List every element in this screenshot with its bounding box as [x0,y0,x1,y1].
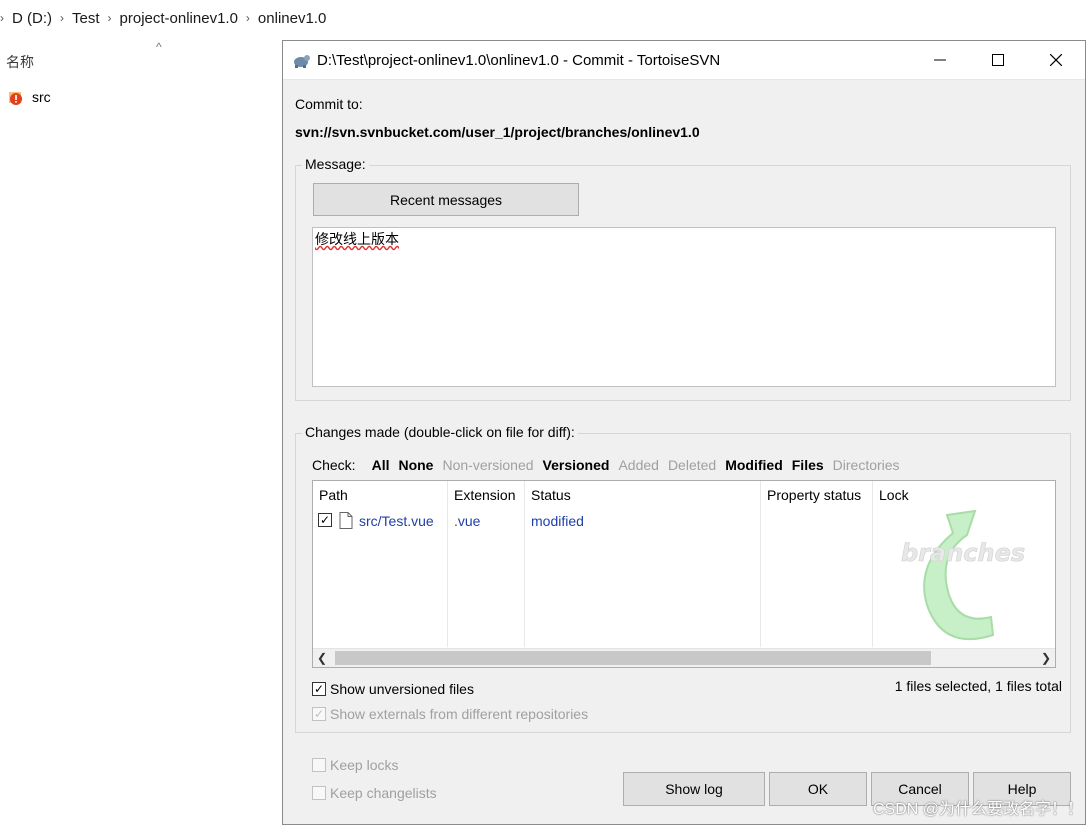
message-group: Message: Recent messages 修改线上版本 [295,156,1071,401]
checkbox-unchecked-icon [312,786,326,800]
show-unversioned-label: Show unversioned files [330,681,474,697]
ok-button[interactable]: OK [769,772,867,806]
check-label: Check: [312,457,356,473]
row-status: modified [531,513,584,529]
keep-changelists-label: Keep changelists [330,785,437,801]
message-textarea[interactable]: 修改线上版本 [312,227,1056,387]
keep-changelists-checkbox: Keep changelists [312,785,437,801]
commit-dialog: D:\Test\project-onlinev1.0\onlinev1.0 - … [282,40,1086,825]
scrollbar-thumb[interactable] [335,651,931,665]
breadcrumb: › D (D:) › Test › project-onlinev1.0 › o… [0,0,1091,36]
scroll-right-icon[interactable]: ❯ [1037,649,1055,667]
show-log-button[interactable]: Show log [623,772,765,806]
horizontal-scrollbar[interactable]: ❮ ❯ [313,648,1055,667]
row-extension: .vue [454,513,481,529]
message-group-title: Message: [302,156,369,172]
keep-locks-checkbox: Keep locks [312,757,398,773]
selection-summary: 1 files selected, 1 files total [894,678,1062,694]
show-unversioned-checkbox[interactable]: ✓ Show unversioned files [312,681,474,697]
show-externals-checkbox: ✓ Show externals from different reposito… [312,706,588,722]
path-column-header[interactable]: Path [319,487,348,503]
changes-list[interactable]: Path Extension Status Property status Lo… [312,480,1056,668]
file-icon [339,512,353,532]
commit-to-url: svn://svn.svnbucket.com/user_1/project/b… [295,124,700,140]
row-checkbox[interactable]: ✓ [318,513,332,527]
checkbox-unchecked-icon [312,758,326,772]
row-path: src/Test.vue [359,513,434,529]
check-filter-row: Check: All None Non-versioned Versioned … [312,457,909,473]
check-none-link[interactable]: None [398,457,433,473]
breadcrumb-onlinev1[interactable]: onlinev1.0 [258,10,326,27]
maximize-button[interactable] [969,41,1027,79]
branches-watermark-text: branches [901,539,1025,567]
recent-messages-button[interactable]: Recent messages [313,183,579,216]
extension-column: Extension [448,481,525,647]
breadcrumb-test[interactable]: Test [72,10,100,27]
extension-column-header[interactable]: Extension [454,487,515,503]
dialog-titlebar[interactable]: D:\Test\project-onlinev1.0\onlinev1.0 - … [283,41,1085,80]
table-row[interactable]: ✓ src/Test.vue .vue modified [313,511,1055,532]
chevron-right-icon: › [245,11,250,25]
dialog-title: D:\Test\project-onlinev1.0\onlinev1.0 - … [317,51,721,69]
csdn-watermark: CSDN @为什么要改名字！！ [872,801,1083,818]
property-status-column-header[interactable]: Property status [767,487,861,503]
file-item-label: src [32,89,51,105]
svn-conflict-folder-icon [8,88,24,106]
message-text: 修改线上版本 [315,231,399,247]
check-files-link[interactable]: Files [792,457,824,473]
close-button[interactable] [1027,41,1085,79]
scroll-left-icon[interactable]: ❮ [313,649,331,667]
changes-group: Changes made (double-click on file for d… [295,424,1071,733]
chevron-right-icon: › [0,11,4,25]
file-item-src[interactable]: src [8,88,51,106]
tortoisesvn-icon [291,50,311,70]
check-nonversioned-link: Non-versioned [442,457,534,473]
check-modified-link[interactable]: Modified [725,457,783,473]
chevron-right-icon: › [107,11,112,25]
check-versioned-link[interactable]: Versioned [543,457,610,473]
sort-ascending-icon: ^ [156,40,162,54]
changes-group-title: Changes made (double-click on file for d… [302,424,578,440]
name-column-header[interactable]: 名称 [6,52,34,72]
checkbox-checked-icon: ✓ [312,682,326,696]
keep-locks-label: Keep locks [330,757,399,773]
minimize-button[interactable] [911,41,969,79]
check-added-link: Added [618,457,659,473]
property-status-column: Property status [761,481,873,647]
check-all-link[interactable]: All [372,457,390,473]
status-column: Status [525,481,761,647]
path-column: Path [313,481,448,647]
checkbox-checked-disabled-icon: ✓ [312,707,326,721]
lock-column-header[interactable]: Lock [879,487,909,503]
breadcrumb-project[interactable]: project-onlinev1.0 [120,10,238,27]
show-externals-label: Show externals from different repositori… [330,706,589,722]
check-directories-link: Directories [832,457,900,473]
status-column-header[interactable]: Status [531,487,571,503]
chevron-right-icon: › [60,11,64,25]
commit-to-label: Commit to: [295,96,363,112]
breadcrumb-drive[interactable]: D (D:) [12,10,52,27]
check-deleted-link: Deleted [667,457,717,473]
